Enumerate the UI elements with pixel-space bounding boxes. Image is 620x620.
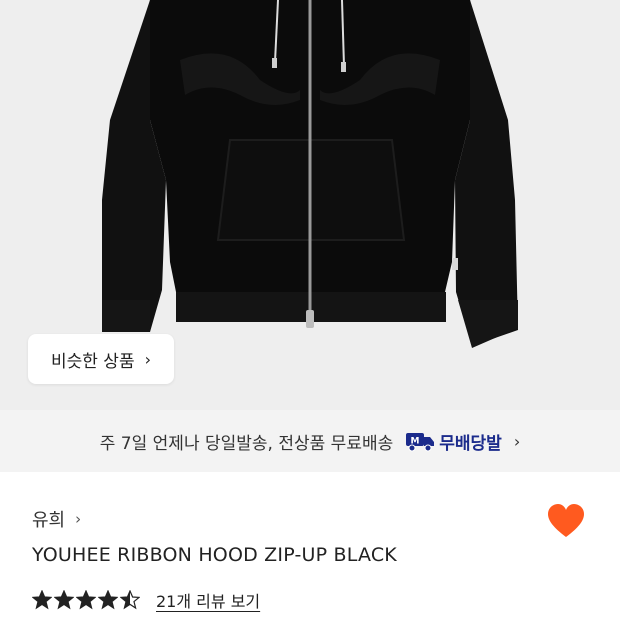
star-icon (120, 590, 140, 610)
star-icon (98, 590, 118, 610)
shipping-banner-text: 주 7일 언제나 당일발송, 전상품 무료배송 (99, 433, 394, 454)
similar-products-label: 비슷한 상품 (50, 351, 135, 372)
shipping-banner[interactable]: 주 7일 언제나 당일발송, 전상품 무료배송 M 무배당발 › (0, 410, 620, 472)
product-image[interactable]: 비슷한 상품 › (0, 0, 620, 410)
wishlist-heart-icon[interactable] (546, 502, 586, 542)
chevron-right-icon: › (144, 349, 151, 369)
reviews-link[interactable]: 21개 리뷰 보기 (156, 588, 260, 612)
product-info: 유희 › YOUHEE RIBBON HOOD ZIP-UP BLACK 21개… (0, 472, 620, 620)
svg-text:M: M (411, 437, 420, 447)
free-shipping-badge-label: 무배당발 (439, 433, 502, 454)
brand-link[interactable]: 유희 › (32, 506, 81, 532)
star-icon (76, 590, 96, 610)
star-icon (32, 590, 52, 610)
similar-products-button[interactable]: 비슷한 상품 › (28, 334, 174, 384)
product-title: YOUHEE RIBBON HOOD ZIP-UP BLACK (32, 544, 397, 566)
star-rating (32, 590, 142, 610)
truck-m-icon: M (405, 430, 435, 452)
rating-row: 21개 리뷰 보기 (32, 588, 260, 612)
chevron-right-icon: › (513, 431, 521, 451)
product-page: 비슷한 상품 › 주 7일 언제나 당일발송, 전상품 무료배송 M 무배당발 … (0, 0, 620, 620)
brand-name: 유희 (32, 510, 66, 531)
chevron-right-icon: › (75, 510, 82, 528)
star-icon (54, 590, 74, 610)
